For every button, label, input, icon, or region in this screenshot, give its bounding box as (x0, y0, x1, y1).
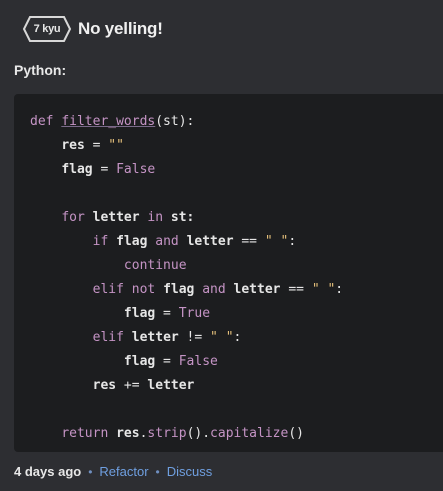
solution-footer: 4 days ago • Refactor • Discuss (14, 464, 212, 479)
code-line: return res.strip().capitalize() (61, 426, 304, 441)
code-line: elif letter != " ": (92, 330, 242, 345)
separator-dot: • (88, 464, 93, 479)
kyu-rank-label: 7 kyu (33, 23, 61, 35)
code-line: flag = False (123, 354, 218, 369)
separator-dot: • (155, 464, 160, 479)
code-block[interactable]: def filter_words(st): res = "" flag = Fa… (14, 94, 443, 452)
code-content: def filter_words(st): res = "" flag = Fa… (14, 94, 443, 446)
code-line: res = "" (61, 138, 124, 153)
code-line: continue (123, 258, 187, 273)
code-line: res += letter (92, 378, 195, 393)
kata-title[interactable]: No yelling! (78, 19, 163, 39)
code-line: if flag and letter == " ": (92, 234, 297, 249)
code-line: flag = False (61, 162, 156, 177)
discuss-link[interactable]: Discuss (167, 464, 213, 479)
kata-header: 7 kyu No yelling! (22, 14, 163, 44)
code-line: def filter_words(st): (30, 114, 195, 129)
refactor-link[interactable]: Refactor (99, 464, 148, 479)
code-line: for letter in st: (61, 210, 195, 225)
code-line: flag = True (123, 306, 211, 321)
code-line: elif not flag and letter == " ": (92, 282, 344, 297)
kyu-rank-badge: 7 kyu (22, 15, 72, 43)
timestamp: 4 days ago (14, 464, 82, 479)
language-label: Python: (14, 62, 67, 78)
